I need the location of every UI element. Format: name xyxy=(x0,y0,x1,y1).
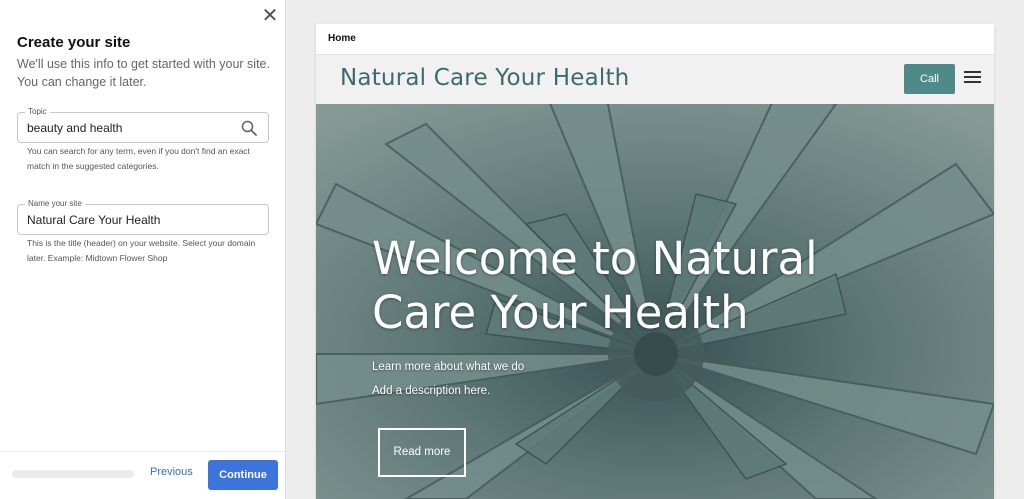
footer-divider xyxy=(0,451,286,452)
create-site-panel: ✕ Create your site We'll use this info t… xyxy=(0,0,286,499)
topic-help-text: You can search for any term, even if you… xyxy=(27,146,250,171)
site-name-field-label: Name your site xyxy=(25,198,85,210)
site-name-help-text: This is the title (header) on your websi… xyxy=(27,238,256,263)
hamburger-menu-icon[interactable] xyxy=(964,70,981,84)
topic-field[interactable]: Topic beauty and health xyxy=(17,106,269,143)
call-button[interactable]: Call xyxy=(904,64,955,94)
previous-button[interactable]: Previous xyxy=(150,466,193,478)
close-icon[interactable]: ✕ xyxy=(260,6,280,26)
topic-field-label: Topic xyxy=(25,106,50,118)
tab-home[interactable]: Home xyxy=(328,33,356,44)
hero-heading: Welcome to Natural Care Your Health xyxy=(372,232,818,339)
panel-title: Create your site xyxy=(17,34,131,51)
hero-tagline: Learn more about what we do xyxy=(372,361,525,373)
hero-section: Welcome to Natural Care Your Health Lear… xyxy=(316,104,994,499)
panel-subtitle: We'll use this info to get started with … xyxy=(17,57,270,89)
site-name-field[interactable]: Name your site Natural Care Your Health xyxy=(17,198,269,235)
site-preview: Home Natural Care Your Health Call Welco… xyxy=(316,24,994,499)
preview-tab-bar: Home xyxy=(316,24,994,55)
progress-bar xyxy=(12,470,134,478)
search-icon[interactable] xyxy=(240,119,258,137)
site-header: Natural Care Your Health Call xyxy=(316,55,994,104)
site-name-input[interactable]: Natural Care Your Health xyxy=(27,213,160,227)
continue-button[interactable]: Continue xyxy=(208,460,278,490)
read-more-button[interactable]: Read more xyxy=(378,428,466,477)
topic-input[interactable]: beauty and health xyxy=(27,121,122,135)
site-title: Natural Care Your Health xyxy=(340,65,630,91)
hero-description: Add a description here. xyxy=(372,385,491,397)
